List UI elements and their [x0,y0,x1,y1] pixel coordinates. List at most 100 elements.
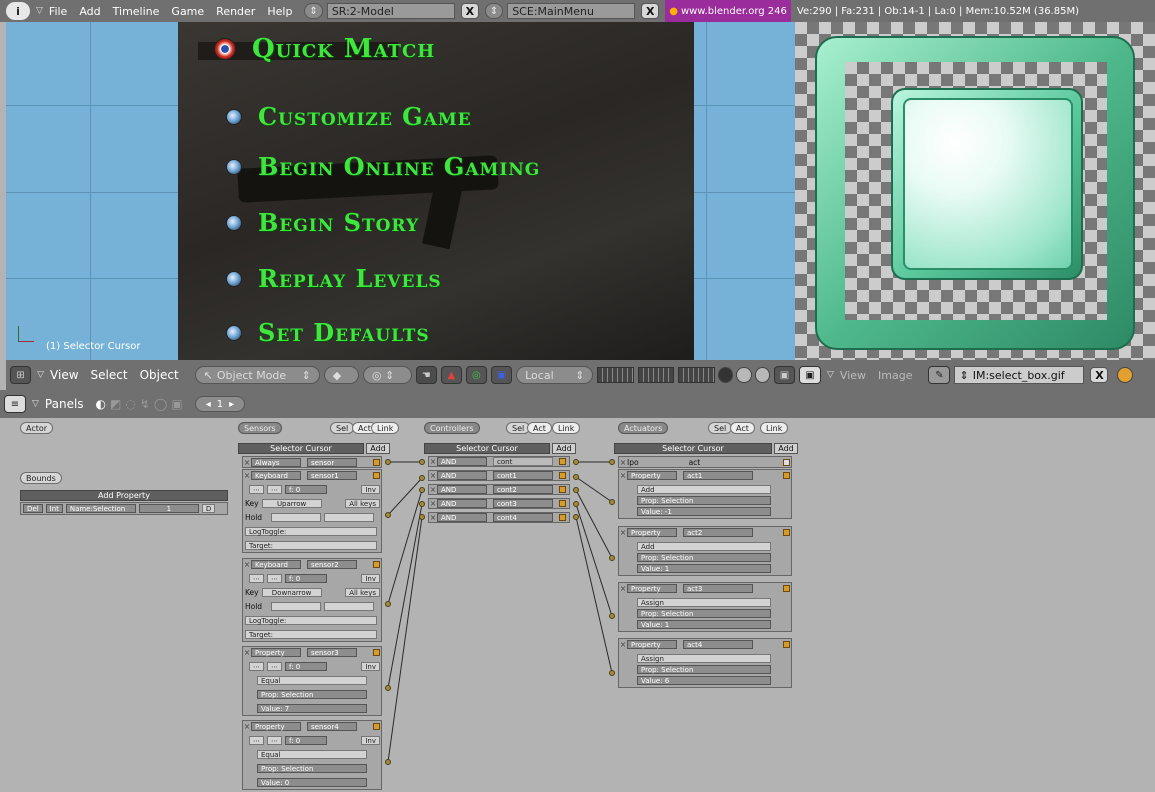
logic-window-type-icon[interactable]: ≡ [4,395,26,413]
sensor-out-socket[interactable] [385,759,391,765]
menu-entry-begin-online-gaming: Begin Online Gaming [226,152,540,181]
menu-timeline[interactable]: Timeline [113,5,160,18]
shading-context-icon[interactable]: ◩ [110,397,121,411]
page-prev-icon[interactable]: ◂ [206,399,211,410]
layer-buttons-right[interactable] [678,367,715,383]
page-next-icon[interactable]: ▸ [229,399,234,410]
screen-delete-button[interactable]: X [460,3,479,19]
menu-entry-begin-story: Begin Story [226,208,419,237]
controller-in-socket[interactable] [419,514,425,520]
logic-editor: Actor Bounds Add Property Del Int Name:S… [0,418,1155,792]
controller-in-socket[interactable] [419,475,425,481]
occlude-icon[interactable] [736,367,752,383]
panel-page-selector[interactable]: ◂ 1 ▸ [194,396,246,412]
bullet-icon [226,214,242,231]
editing-context-icon[interactable]: ↯ [140,397,150,411]
scale-manipulator-icon[interactable]: ▣ [490,366,513,384]
translate-manipulator-icon[interactable]: ▲ [440,366,462,384]
screen-browse-button[interactable]: ⇕ [304,3,323,19]
controller-out-socket[interactable] [573,459,579,465]
menu-game[interactable]: Game [171,5,204,18]
controller-out-socket[interactable] [573,501,579,507]
object-context-icon[interactable]: ◌ [125,397,135,411]
scene-stats: Ve:290 | Fa:231 | Ob:14-1 | La:0 | Mem:1… [796,5,1079,17]
menu-add[interactable]: Add [79,5,100,18]
bullet-icon [226,108,242,125]
pin-icon[interactable]: ✎ [928,366,951,384]
select-box-core [903,98,1073,270]
menu-object[interactable]: Object [140,368,179,382]
actuator-in-socket[interactable] [609,670,615,676]
image-sync-icon[interactable] [1117,367,1134,383]
link-sensor3-cont3 [387,503,423,689]
scene-delete-button[interactable]: X [641,3,660,19]
mode-select[interactable]: ↖ Object Mode ⇕ [194,366,320,384]
opengl-render-icon[interactable]: ▣ [773,366,796,384]
menu-file[interactable]: File [49,5,67,18]
screen-name-field[interactable]: SR:2-Model [326,3,455,19]
menu-render[interactable]: Render [216,5,255,18]
sensor-out-socket[interactable] [385,512,391,518]
menu-entry-replay-levels: Replay Levels [226,264,442,293]
menu-view[interactable]: View [50,368,78,382]
collapse-triangle-icon[interactable]: ▽ [827,370,834,380]
actuator-in-socket[interactable] [609,499,615,505]
actuator-in-socket[interactable] [609,459,615,465]
menu-panels[interactable]: Panels [45,397,84,411]
scene-browse-button[interactable]: ⇕ [484,3,504,19]
sensor-out-socket[interactable] [385,459,391,465]
hand-icon[interactable]: ☚ [415,366,437,384]
image-window-type-icon[interactable]: ▣ [799,366,821,384]
lock-layers-icon[interactable] [717,367,734,383]
blender-web-link[interactable]: ● www.blender.org 246 [665,0,791,22]
layer-buttons-mid[interactable] [637,367,675,383]
image-name-field[interactable]: ⇕ IM:select_box.gif [954,366,1085,384]
controller-out-socket[interactable] [573,487,579,493]
menu-image-view[interactable]: View [840,369,866,382]
script-context-icon[interactable]: ▣ [171,397,182,411]
3d-viewport[interactable]: Quick Match Customize Game Begin Online … [6,22,795,360]
window-type-icon[interactable]: ⊞ [10,366,32,384]
collapse-triangle-icon[interactable]: ▽ [36,6,43,16]
actuator-in-socket[interactable] [609,555,615,561]
bullet-icon [226,324,242,341]
top-header-bar: i ▽ File Add Timeline Game Render Help ⇕… [0,0,1155,22]
3d-view-header: ⊞ ▽ View Select Object ↖ Object Mode ⇕ ◆… [6,360,796,390]
draw-type-select[interactable]: ◆ [323,366,359,384]
logic-context-icon[interactable]: ◐ [96,397,106,411]
image-unlink-button[interactable]: X [1090,367,1109,383]
collapse-triangle-icon[interactable]: ▽ [37,370,44,380]
orientation-select[interactable]: Local ⇕ [516,366,594,384]
pivot-select[interactable]: ◎ ⇕ [363,366,412,384]
sensor-out-socket[interactable] [385,685,391,691]
scene-name-field[interactable]: SCE:MainMenu [507,3,636,19]
link-sensor2-cont2 [387,489,423,605]
blender-logo-icon: ● [669,5,678,17]
controller-out-socket[interactable] [573,514,579,520]
controller-out-socket[interactable] [573,474,579,480]
link-cont3-act3 [575,503,613,617]
link-cont4-act4 [575,516,613,674]
info-window-icon[interactable]: i [6,2,30,20]
dropdown-icon: ⇕ [301,368,311,382]
menu-help[interactable]: Help [267,5,292,18]
render-preview-icon[interactable] [754,367,770,383]
link-cont1-act1 [575,476,613,503]
menu-image[interactable]: Image [878,369,912,382]
web-link-label: www.blender.org 246 [680,5,787,17]
controller-in-socket[interactable] [419,501,425,507]
image-editor-header: ▣ ▽ View Image ✎ ⇕ IM:select_box.gif X [795,360,1155,390]
controller-in-socket[interactable] [419,459,425,465]
menu-entry-customize-game: Customize Game [226,102,472,131]
collapse-triangle-icon[interactable]: ▽ [32,399,39,409]
menu-select[interactable]: Select [91,368,128,382]
layer-buttons-left[interactable] [597,367,634,383]
link-sensor4-cont4 [387,516,423,763]
image-editor-canvas[interactable] [795,22,1155,360]
scene-context-icon[interactable]: ◯ [154,397,167,411]
link-sensor1-cont1 [387,477,423,516]
rotate-manipulator-icon[interactable]: ◎ [465,366,487,384]
actuator-in-socket[interactable] [609,613,615,619]
controller-in-socket[interactable] [419,487,425,493]
sensor-out-socket[interactable] [385,601,391,607]
